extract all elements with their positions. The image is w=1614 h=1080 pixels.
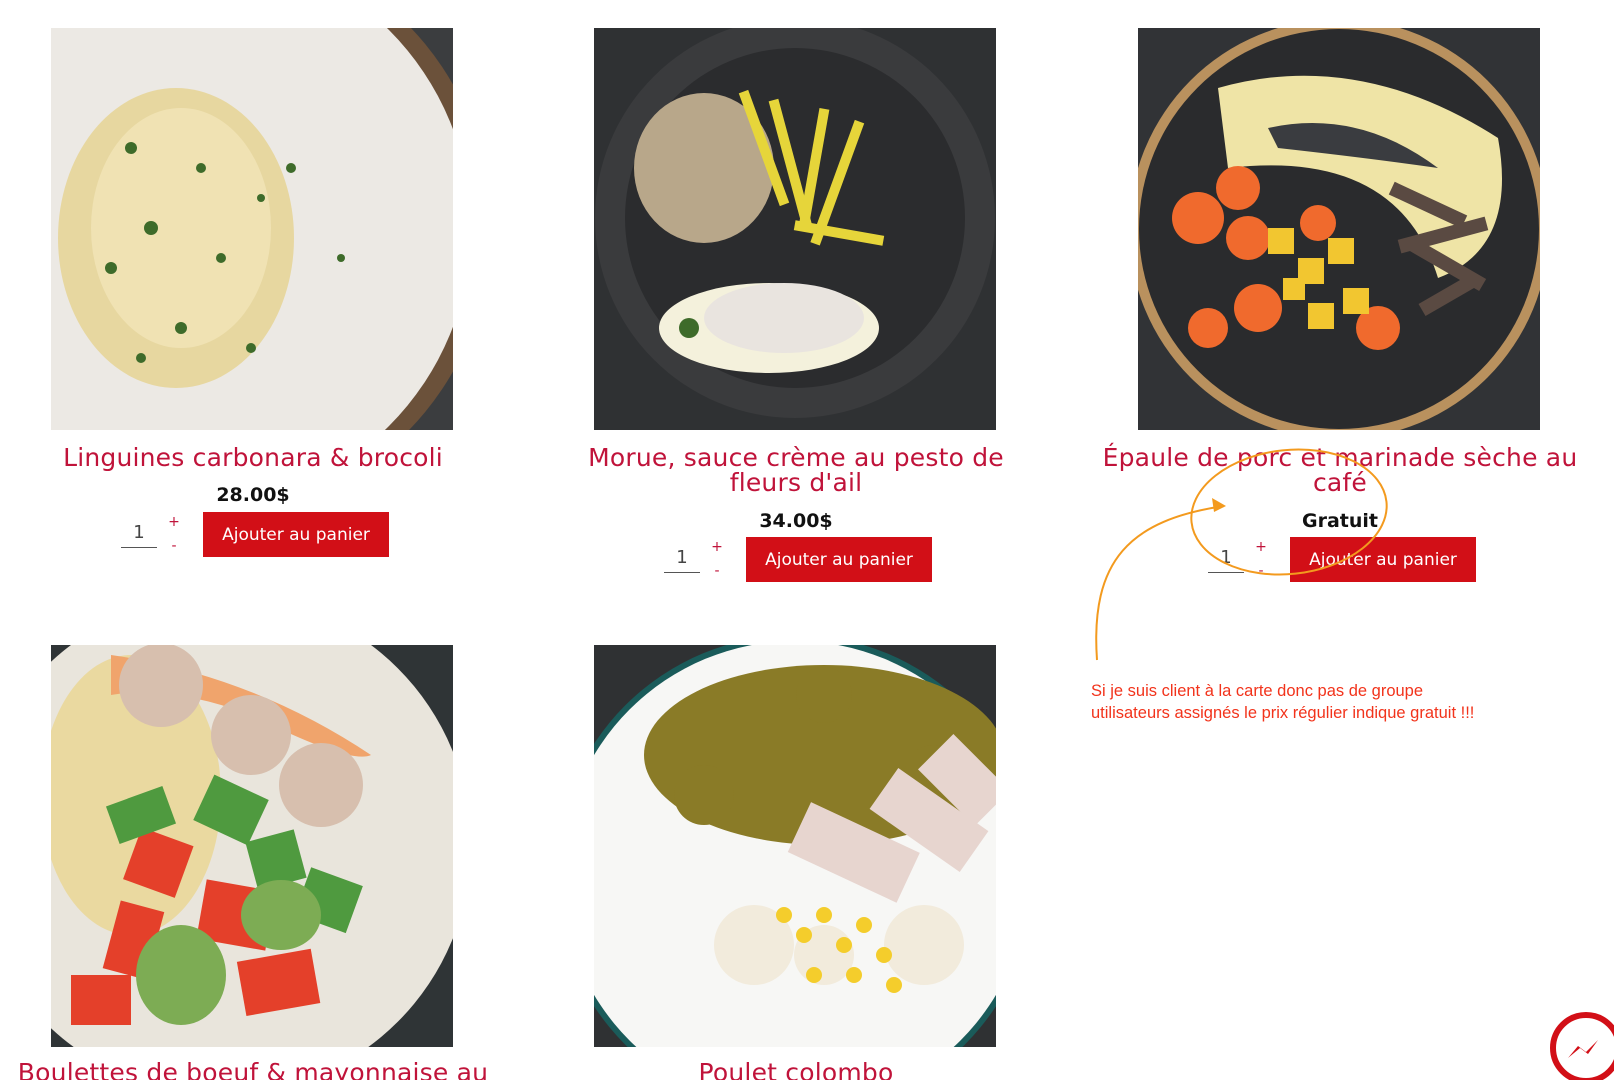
product-image[interactable] [51, 28, 453, 430]
annotation-text: Si je suis client à la carte donc pas de… [1091, 682, 1475, 722]
decrement-button[interactable]: - [1254, 563, 1268, 579]
quantity-input[interactable] [121, 518, 157, 548]
increment-button[interactable]: + [167, 514, 181, 530]
quantity-input[interactable] [1208, 543, 1244, 573]
messenger-icon [1568, 1040, 1598, 1058]
increment-button[interactable]: + [710, 539, 724, 555]
quantity-stepper: + - [1208, 537, 1272, 581]
quantity-stepper: + - [664, 537, 728, 581]
increment-button[interactable]: + [1254, 539, 1268, 555]
product-image[interactable] [594, 645, 996, 1047]
decrement-button[interactable]: - [167, 538, 181, 554]
product-title[interactable]: Linguines carbonara & brocoli [3, 445, 503, 470]
product-image[interactable] [51, 645, 453, 1047]
quantity-stepper: + - [121, 512, 185, 556]
add-to-cart-button[interactable]: Ajouter au panier [746, 537, 932, 582]
add-to-cart-button[interactable]: Ajouter au panier [1290, 537, 1476, 582]
add-to-cart-button[interactable]: Ajouter au panier [203, 512, 389, 557]
product-image[interactable] [1138, 28, 1540, 430]
product-price: 28.00$ [216, 484, 290, 506]
product-title[interactable]: Morue, sauce crème au pesto de fleurs d'… [546, 445, 1046, 495]
decrement-button[interactable]: - [710, 563, 724, 579]
product-price: Gratuit [1302, 510, 1378, 532]
quantity-input[interactable] [664, 543, 700, 573]
product-title[interactable]: Épaule de porc et marinade sèche au café [1090, 445, 1590, 495]
product-price: 34.00$ [759, 510, 833, 532]
messenger-chat-button[interactable] [1550, 1012, 1614, 1080]
product-image[interactable] [594, 28, 996, 430]
product-title[interactable]: Poulet colombo [546, 1060, 1046, 1080]
product-title[interactable]: Boulettes de boeuf & mayonnaise au [3, 1060, 503, 1080]
